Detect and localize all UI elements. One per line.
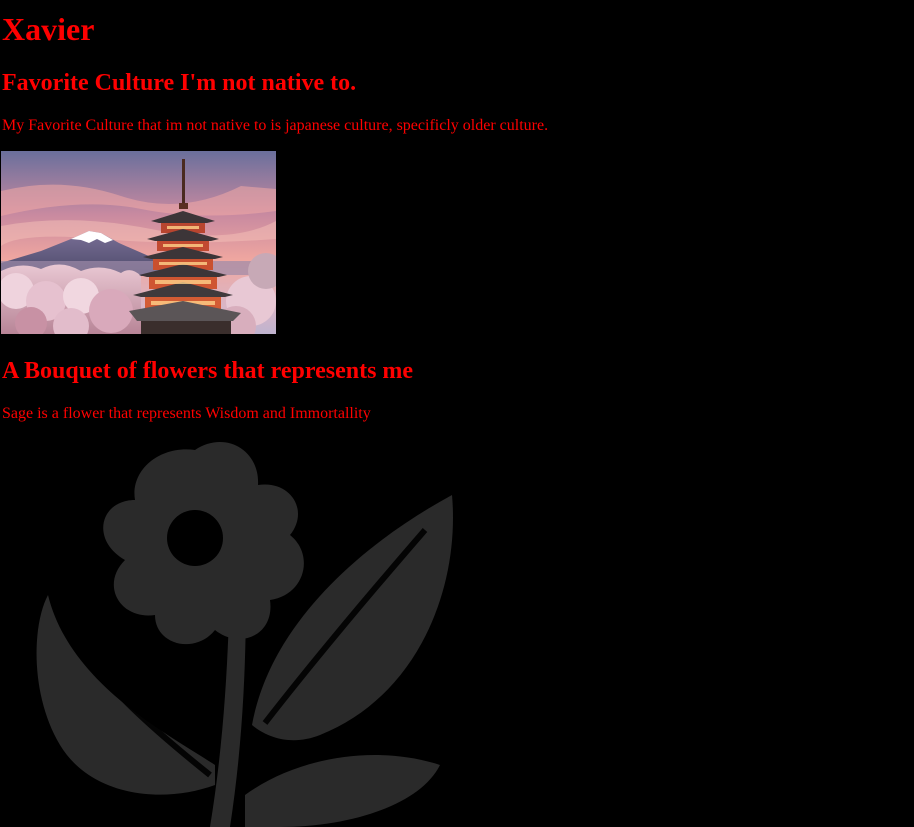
bouquet-description: Sage is a flower that represents Wisdom …	[2, 405, 371, 422]
culture-description: My Favorite Culture that im not native t…	[2, 117, 549, 134]
culture-heading: Favorite Culture I'm not native to.	[2, 70, 357, 96]
flower-silhouette-icon	[36, 442, 453, 827]
bouquet-heading: A Bouquet of flowers that represents me	[2, 358, 414, 384]
pagoda-mount-fuji-photo	[1, 151, 276, 334]
page-title: Xavier	[2, 11, 95, 47]
